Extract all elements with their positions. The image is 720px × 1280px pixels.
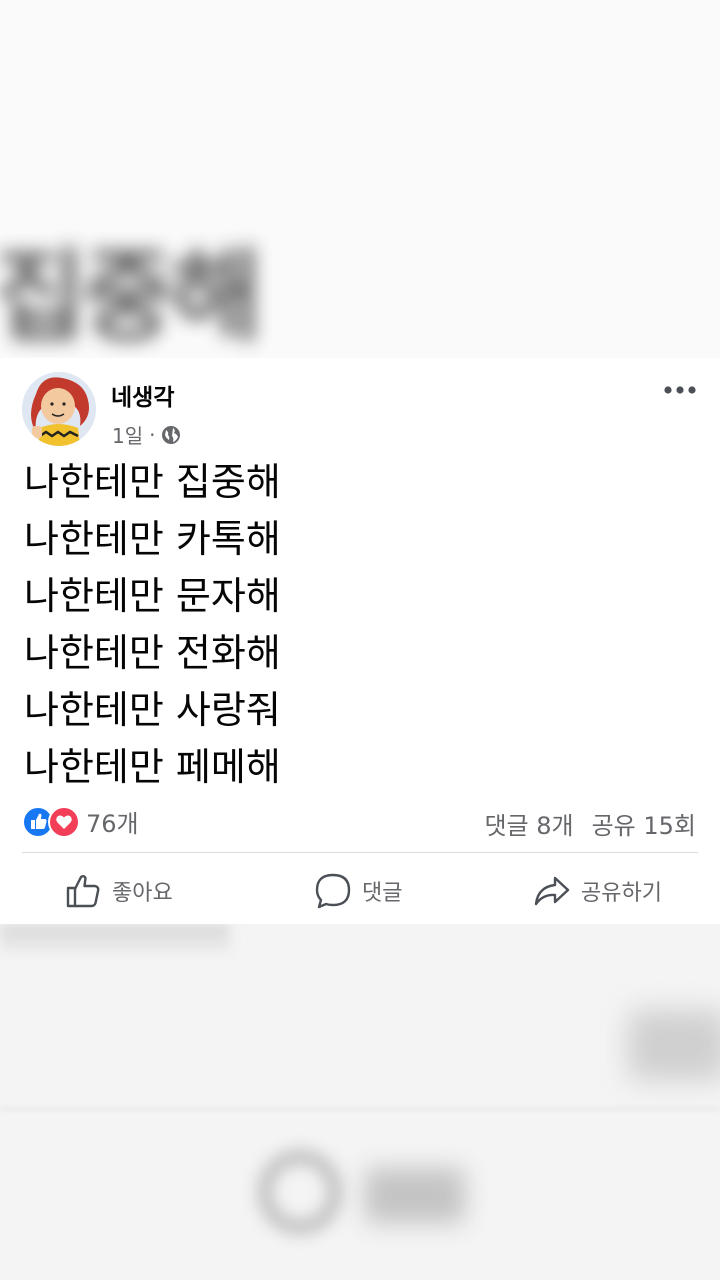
background-blur-divider [0,1108,720,1110]
actions-divider [22,852,698,853]
comment-bubble-icon [315,873,351,909]
share-arrow-icon [534,876,570,906]
engagement-counts: 댓글 8개 공유 15회 [484,806,696,841]
comment-count[interactable]: 댓글 8개 [484,806,573,841]
more-icon [664,386,696,394]
background-blurred-text: 집중해 [0,238,262,355]
post-meta: 1일 · [112,420,181,449]
thumbs-up-icon [66,875,100,908]
background-blur-label [365,1168,465,1223]
share-button[interactable]: 공유하기 [533,866,662,916]
post-body: 나한테만 집중해 나한테만 카톡해 나한테만 문자해 나한테만 전화해 나한테만… [24,454,281,796]
comment-button-label: 댓글 [362,881,403,906]
post-line: 나한테만 페메해 [24,745,281,789]
post-line: 나한테만 집중해 [24,460,281,504]
background-blur-comment-icon [258,1150,342,1234]
author-name[interactable]: 네생각 [111,378,174,412]
reactions-summary[interactable]: 76개 [22,804,139,839]
meta-separator: · [149,422,156,447]
post-line: 나한테만 카톡해 [24,517,281,561]
like-button-label: 좋아요 [112,881,173,906]
post-time[interactable]: 1일 [112,420,143,449]
post-card: 네생각 1일 · 나한테만 집중해 나한테만 카톡해 나한테만 문자해 나한테만… [0,358,720,924]
avatar-image [22,372,96,446]
background-blur-strip [0,924,230,954]
background-blur-block [628,1010,720,1080]
background-bottom [0,924,720,1280]
screen: 집중해 네생각 1일 · 나한테만 집중해 나한테만 카톡해 나한테만 문자해 … [0,0,720,1280]
post-line: 나한테만 전화해 [24,631,281,675]
more-options-button[interactable] [660,378,700,402]
love-reaction-icon [48,805,80,838]
post-line: 나한테만 사랑줘 [24,688,281,732]
share-button-label: 공유하기 [581,881,662,906]
post-line: 나한테만 문자해 [24,574,281,618]
avatar[interactable] [22,372,96,446]
globe-icon [162,425,181,444]
comment-button[interactable]: 댓글 [314,866,402,916]
share-count[interactable]: 공유 15회 [592,806,696,841]
action-bar: 좋아요 댓글 공유하기 [0,866,720,916]
reaction-count: 76개 [86,810,139,838]
like-button[interactable]: 좋아요 [64,866,173,916]
